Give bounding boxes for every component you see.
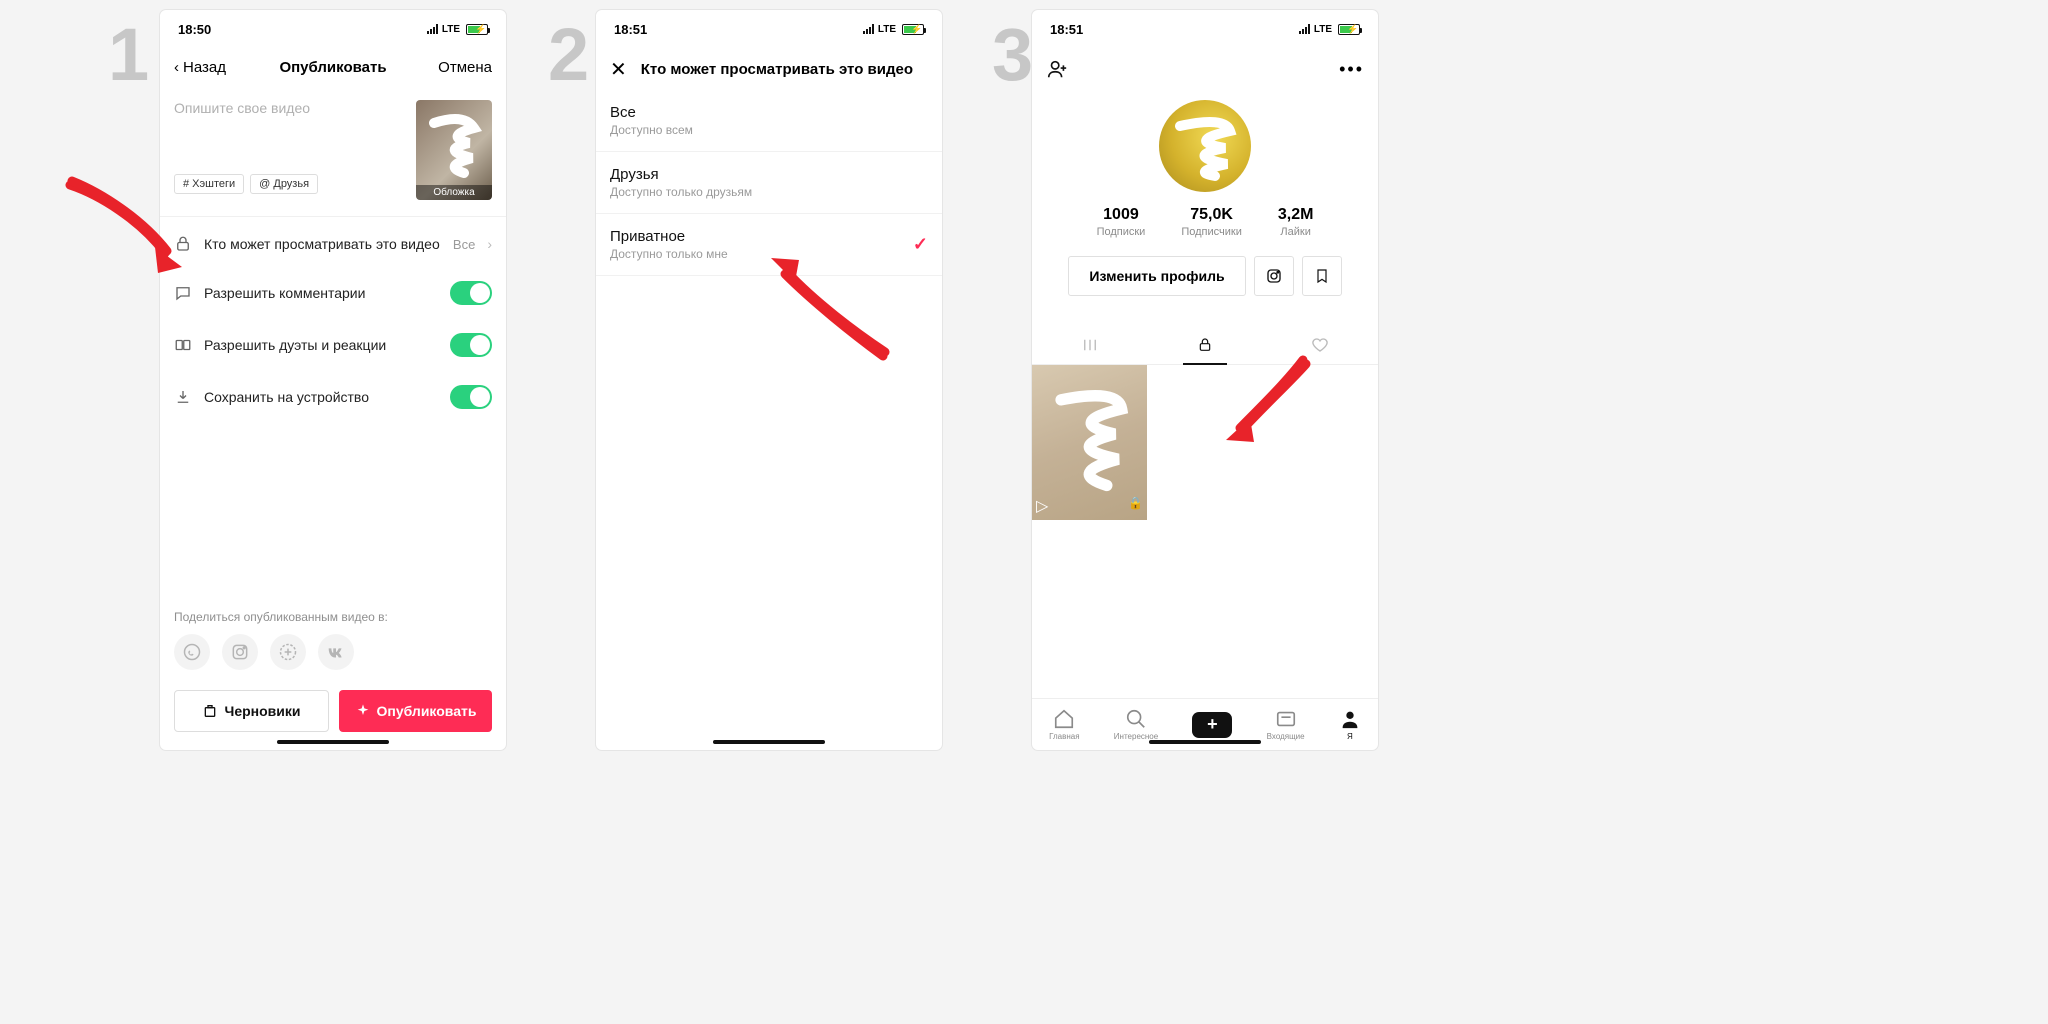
stat-number: 3,2M: [1278, 206, 1314, 224]
nav-inbox[interactable]: Входящие: [1267, 708, 1305, 741]
stat-label: Лайки: [1278, 226, 1314, 238]
video-cover[interactable]: Обложка: [416, 100, 492, 200]
option-title: Приватное: [610, 228, 913, 245]
stat-label: Подписчики: [1181, 226, 1242, 238]
drafts-label: Черновики: [224, 703, 300, 719]
home-indicator: [277, 740, 389, 744]
comments-toggle[interactable]: [450, 281, 492, 305]
battery-icon: ⚡: [1338, 24, 1360, 35]
annotation-arrow-1: [60, 175, 190, 290]
battery-icon: ⚡: [902, 24, 924, 35]
option-everyone[interactable]: Все Доступно всем: [596, 90, 942, 152]
back-button[interactable]: ‹ Назад: [174, 59, 226, 76]
annotation-arrow-3: [1218, 350, 1318, 455]
instagram-link-button[interactable]: [1254, 256, 1294, 296]
chevron-right-icon: ›: [487, 236, 492, 252]
play-icon: ▷: [1036, 496, 1048, 516]
comments-label: Разрешить комментарии: [204, 285, 438, 301]
stat-likes[interactable]: 3,2M Лайки: [1278, 206, 1314, 238]
nav-me[interactable]: Я: [1339, 708, 1361, 741]
stat-label: Подписки: [1097, 226, 1146, 238]
annotation-arrow-2: [765, 252, 895, 367]
option-friends[interactable]: Друзья Доступно только друзьям: [596, 152, 942, 214]
privacy-label: Кто может просматривать это видео: [204, 236, 441, 252]
status-bar: 18:51 LTE ⚡: [1032, 10, 1378, 48]
duets-label: Разрешить дуэты и реакции: [204, 337, 438, 353]
nav-home[interactable]: Главная: [1049, 708, 1079, 741]
nav-create[interactable]: +: [1192, 712, 1232, 738]
status-time: 18:51: [1050, 22, 1083, 37]
status-bar: 18:50 LTE ⚡: [160, 10, 506, 48]
phone-screen-publish: 18:50 LTE ⚡ ‹ Назад Опубликовать Отмена …: [160, 10, 506, 750]
nav-discover[interactable]: Интересное: [1114, 708, 1158, 741]
tab-feed[interactable]: [1032, 326, 1147, 364]
option-sub: Доступно всем: [610, 123, 928, 137]
nav-label: Главная: [1049, 732, 1079, 741]
option-title: Друзья: [610, 166, 928, 183]
add-friend-icon[interactable]: [1046, 58, 1068, 80]
comments-row[interactable]: Разрешить комментарии: [160, 267, 506, 319]
phone-screen-privacy: 18:51 LTE ⚡ ✕ Кто может просматривать эт…: [596, 10, 942, 750]
option-title: Все: [610, 104, 928, 121]
share-label: Поделиться опубликованным видео в:: [174, 610, 492, 624]
signal-icon: [863, 24, 874, 34]
download-icon: [174, 388, 192, 406]
vk-icon[interactable]: [318, 634, 354, 670]
cancel-button[interactable]: Отмена: [438, 59, 492, 76]
duet-icon: [174, 336, 192, 354]
check-icon: ✓: [913, 234, 928, 255]
nav-label: Входящие: [1267, 732, 1305, 741]
step-number-2: 2: [548, 18, 589, 92]
sparkle-icon: [355, 703, 371, 719]
chevron-left-icon: ‹: [174, 59, 179, 76]
bookmark-button[interactable]: [1302, 256, 1342, 296]
home-indicator: [1149, 740, 1261, 744]
edit-profile-button[interactable]: Изменить профиль: [1068, 256, 1245, 296]
save-label: Сохранить на устройство: [204, 389, 438, 405]
publish-button[interactable]: Опубликовать: [339, 690, 492, 732]
stories-icon[interactable]: [270, 634, 306, 670]
close-button[interactable]: ✕: [610, 57, 627, 82]
page-title: Кто может просматривать это видео: [641, 61, 913, 78]
phone-screen-profile: 18:51 LTE ⚡ ••• 1009 Подписки 75,0K Подп…: [1032, 10, 1378, 750]
publish-label: Опубликовать: [377, 703, 477, 719]
video-thumbnail[interactable]: ▷ 🔒: [1032, 365, 1147, 520]
drafts-icon: [202, 703, 218, 719]
save-row[interactable]: Сохранить на устройство: [160, 371, 506, 423]
home-indicator: [713, 740, 825, 744]
status-bar: 18:51 LTE ⚡: [596, 10, 942, 48]
signal-icon: [427, 24, 438, 34]
privacy-row[interactable]: Кто может просматривать это видео Все ›: [160, 221, 506, 267]
privacy-value: Все: [453, 237, 475, 252]
stat-followers[interactable]: 75,0K Подписчики: [1181, 206, 1242, 238]
save-toggle[interactable]: [450, 385, 492, 409]
friends-chip[interactable]: @ Друзья: [250, 174, 318, 194]
instagram-icon[interactable]: [222, 634, 258, 670]
stat-number: 75,0K: [1181, 206, 1242, 224]
whatsapp-icon[interactable]: [174, 634, 210, 670]
status-time: 18:51: [614, 22, 647, 37]
stat-number: 1009: [1097, 206, 1146, 224]
network-label: LTE: [442, 24, 460, 35]
signal-icon: [1299, 24, 1310, 34]
status-time: 18:50: [178, 22, 211, 37]
stat-following[interactable]: 1009 Подписки: [1097, 206, 1146, 238]
option-sub: Доступно только друзьям: [610, 185, 928, 199]
avatar[interactable]: [1159, 100, 1251, 192]
more-button[interactable]: •••: [1339, 59, 1364, 80]
duets-row[interactable]: Разрешить дуэты и реакции: [160, 319, 506, 371]
nav-label: Я: [1347, 732, 1353, 741]
step-number-3: 3: [992, 18, 1033, 92]
back-label: Назад: [183, 59, 226, 76]
duets-toggle[interactable]: [450, 333, 492, 357]
network-label: LTE: [1314, 24, 1332, 35]
step-number-1: 1: [108, 18, 149, 92]
description-input[interactable]: Опишите свое видео: [174, 100, 406, 116]
lock-icon: 🔒: [1128, 496, 1143, 516]
drafts-button[interactable]: Черновики: [174, 690, 329, 732]
network-label: LTE: [878, 24, 896, 35]
battery-icon: ⚡: [466, 24, 488, 35]
